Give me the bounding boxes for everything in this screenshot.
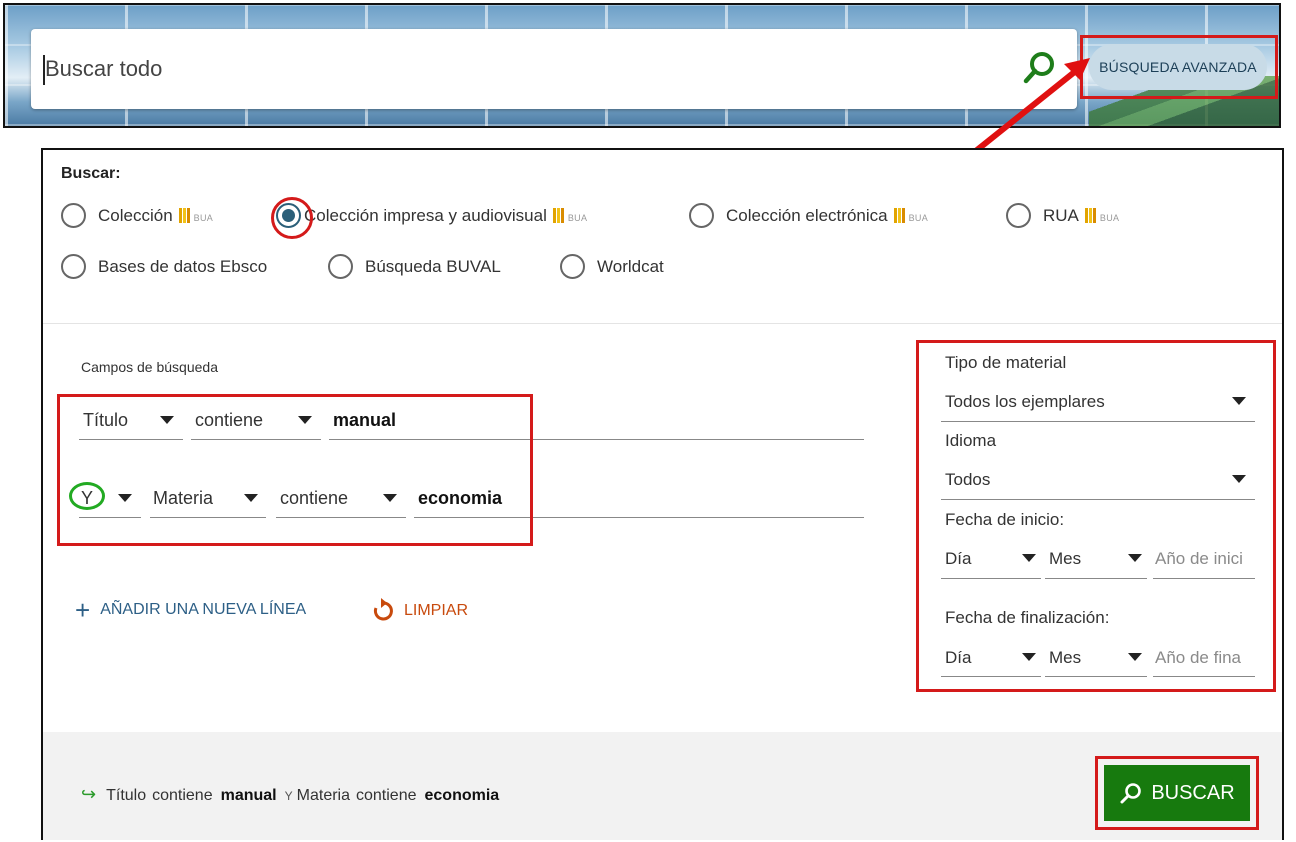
- start-year-input[interactable]: Año de inici: [1155, 549, 1255, 569]
- start-date-label: Fecha de inicio:: [945, 510, 1065, 529]
- search-button-highlight: BUSCAR: [1095, 756, 1259, 830]
- day-underline: [941, 676, 1041, 677]
- radio-label: Búsqueda BUVAL: [365, 256, 501, 276]
- operator-highlight-ring: [69, 482, 105, 510]
- radio-rua[interactable]: RUA BUA: [1006, 203, 1119, 228]
- radio-label: RUA: [1043, 205, 1079, 225]
- radio-circle: [61, 203, 86, 228]
- arrow-right-icon: ↪: [81, 784, 97, 804]
- plus-icon: +: [75, 595, 91, 625]
- scope-title: Buscar:: [61, 165, 121, 182]
- year-underline: [1153, 578, 1255, 579]
- radio-circle: [61, 254, 86, 279]
- bua-logo-icon: BUA: [552, 208, 587, 223]
- start-month-select[interactable]: Mes: [1049, 549, 1081, 569]
- reset-icon: [373, 598, 393, 621]
- search-icon: [1120, 783, 1142, 804]
- search-banner: BÚSQUEDA AVANZADA: [3, 3, 1281, 128]
- search-fields-title: Campos de búsqueda: [81, 359, 218, 375]
- radio-circle: [328, 254, 353, 279]
- search-button-label: BUSCAR: [1151, 781, 1235, 804]
- radio-coleccion-electronica[interactable]: Colección electrónica BUA: [689, 203, 928, 228]
- chevron-down-icon[interactable]: [1232, 397, 1246, 405]
- language-underline: [941, 499, 1255, 500]
- selection-highlight-ring: [271, 197, 313, 239]
- search-button[interactable]: BUSCAR: [1104, 765, 1250, 821]
- advanced-search-button[interactable]: BÚSQUEDA AVANZADA: [1089, 44, 1267, 90]
- radio-coleccion-impresa[interactable]: Colección impresa y audiovisual BUA: [271, 197, 587, 239]
- add-line-button[interactable]: + AÑADIR UNA NUEVA LÍNEA: [75, 595, 307, 625]
- search-input[interactable]: [45, 51, 985, 87]
- start-day-select[interactable]: Día: [945, 549, 971, 569]
- radio-busqueda-buval[interactable]: Búsqueda BUVAL: [328, 254, 501, 279]
- radio-coleccion[interactable]: Colección BUA: [61, 203, 213, 228]
- section-divider: [43, 323, 1282, 324]
- end-year-input[interactable]: Año de fina: [1155, 648, 1255, 668]
- clear-label: LIMPIAR: [404, 602, 469, 619]
- day-underline: [941, 578, 1041, 579]
- radio-label: Worldcat: [597, 256, 664, 276]
- chevron-down-icon[interactable]: [1128, 554, 1142, 562]
- summary-cond2: contiene: [356, 787, 417, 804]
- material-underline: [941, 421, 1255, 422]
- chevron-down-icon[interactable]: [1128, 653, 1142, 661]
- year-underline: [1153, 676, 1255, 677]
- radio-circle: [560, 254, 585, 279]
- criteria-highlight-box: [57, 394, 533, 546]
- radio-worldcat[interactable]: Worldcat: [560, 254, 664, 279]
- summary-value1: manual: [220, 787, 277, 804]
- month-underline: [1045, 578, 1147, 579]
- radio-circle-selected: [271, 197, 313, 239]
- search-box: [31, 29, 1077, 109]
- radio-bases-datos-ebsco[interactable]: Bases de datos Ebsco: [61, 254, 267, 279]
- bua-logo-icon: BUA: [1084, 208, 1119, 223]
- query-summary: ↪ Título contiene manual Y Materia conti…: [81, 784, 507, 805]
- radio-circle: [1006, 203, 1031, 228]
- add-line-label: AÑADIR UNA NUEVA LÍNEA: [100, 601, 307, 618]
- language-label: Idioma: [945, 431, 997, 450]
- radio-circle: [689, 203, 714, 228]
- material-type-label: Tipo de material: [945, 353, 1067, 372]
- search-footer: ↪ Título contiene manual Y Materia conti…: [43, 732, 1282, 840]
- search-icon[interactable]: [1017, 47, 1061, 91]
- summary-value2: economia: [424, 787, 500, 804]
- summary-cond1: contiene: [152, 787, 213, 804]
- summary-field2: Materia: [296, 787, 350, 804]
- bua-logo-icon: BUA: [893, 208, 928, 223]
- end-date-label: Fecha de finalización:: [945, 608, 1110, 627]
- radio-label: Colección impresa y audiovisual: [304, 205, 547, 225]
- advanced-search-highlight: BÚSQUEDA AVANZADA: [1080, 35, 1278, 99]
- summary-field1: Título: [106, 787, 147, 804]
- chevron-down-icon[interactable]: [1022, 653, 1036, 661]
- chevron-down-icon[interactable]: [1232, 475, 1246, 483]
- radio-label: Colección: [98, 205, 173, 225]
- language-select[interactable]: Todos: [945, 470, 990, 490]
- month-underline: [1045, 676, 1147, 677]
- end-day-select[interactable]: Día: [945, 648, 971, 668]
- advanced-search-panel: Buscar: Colección BUA Colección impresa …: [41, 148, 1284, 840]
- radio-label: Bases de datos Ebsco: [98, 256, 268, 276]
- radio-label: Colección electrónica: [726, 205, 888, 225]
- chevron-down-icon[interactable]: [1022, 554, 1036, 562]
- end-month-select[interactable]: Mes: [1049, 648, 1081, 668]
- material-type-select[interactable]: Todos los ejemplares: [945, 392, 1105, 412]
- clear-button[interactable]: LIMPIAR: [370, 598, 468, 624]
- bua-logo-icon: BUA: [178, 208, 213, 223]
- summary-operator: Y: [284, 789, 293, 803]
